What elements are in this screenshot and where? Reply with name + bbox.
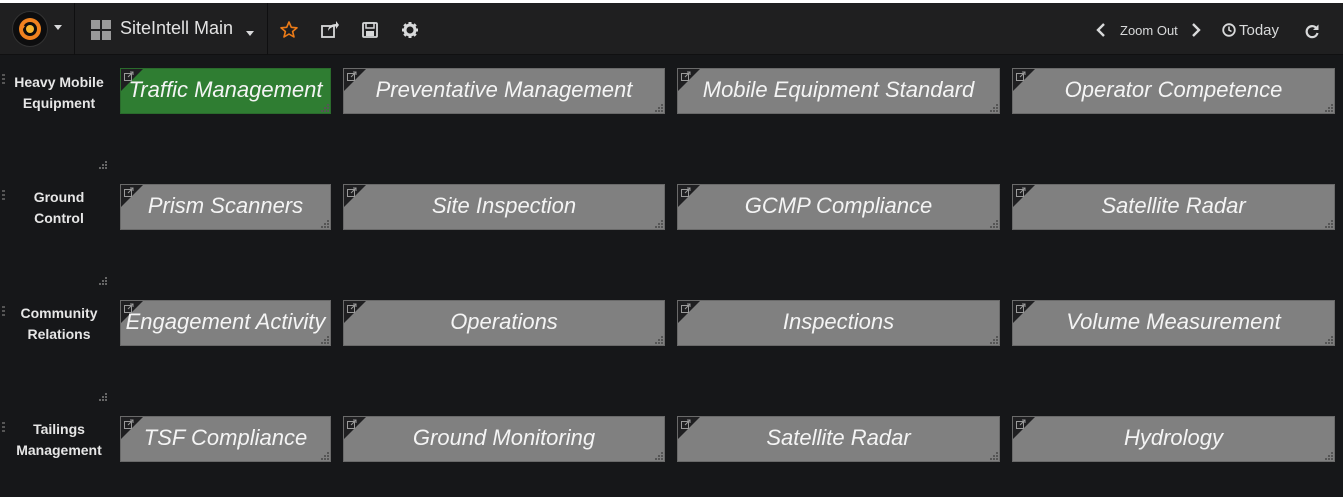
text-link-panel[interactable]: Operator Competence	[1012, 68, 1335, 114]
panel-resize-handle-icon[interactable]	[990, 104, 998, 112]
share-icon[interactable]	[320, 20, 340, 40]
refresh-icon[interactable]	[1304, 23, 1320, 39]
row-title[interactable]: Ground Control	[8, 187, 110, 229]
panel-resize-handle-icon[interactable]	[321, 220, 329, 228]
text-link-panel[interactable]: Hydrology	[1012, 416, 1335, 462]
settings-icon[interactable]	[400, 20, 420, 40]
panel-resize-handle-icon[interactable]	[1325, 220, 1333, 228]
panel-link-title[interactable]: Operations	[344, 309, 664, 335]
panel-link-title[interactable]: Volume Measurement	[1013, 309, 1334, 335]
clock-icon[interactable]	[1222, 23, 1236, 37]
text-link-panel[interactable]: Satellite Radar	[1012, 184, 1335, 230]
panel-resize-handle-icon[interactable]	[655, 104, 663, 112]
text-link-panel[interactable]: Preventative Management	[343, 68, 665, 114]
panel-link-title[interactable]: Site Inspection	[344, 193, 664, 219]
row-resize-handle-icon[interactable]	[99, 393, 107, 401]
text-link-panel[interactable]: TSF Compliance	[120, 416, 331, 462]
row-resize-handle-icon[interactable]	[99, 277, 107, 285]
panel-link-title[interactable]: Ground Monitoring	[344, 425, 664, 451]
panel-link-title[interactable]: Satellite Radar	[1013, 193, 1334, 219]
text-link-panel[interactable]: Engagement Activity	[120, 300, 331, 346]
panel-link-title[interactable]: Mobile Equipment Standard	[678, 77, 999, 103]
panel-resize-handle-icon[interactable]	[990, 220, 998, 228]
text-link-panel[interactable]: Site Inspection	[343, 184, 665, 230]
grafana-logo-icon[interactable]	[12, 11, 48, 47]
chevron-down-icon[interactable]	[54, 25, 62, 30]
save-icon[interactable]	[360, 20, 380, 40]
text-link-panel[interactable]: Prism Scanners	[120, 184, 331, 230]
panel-resize-handle-icon[interactable]	[990, 336, 998, 344]
row-drag-handle-icon[interactable]	[2, 190, 5, 202]
row-drag-handle-icon[interactable]	[2, 74, 5, 86]
panel-resize-handle-icon[interactable]	[1325, 452, 1333, 460]
panel-resize-handle-icon[interactable]	[321, 452, 329, 460]
zoom-out-button[interactable]: Zoom Out	[1120, 23, 1178, 38]
panel-link-title[interactable]: Prism Scanners	[121, 193, 330, 219]
star-icon[interactable]	[279, 20, 299, 40]
panel-resize-handle-icon[interactable]	[321, 336, 329, 344]
dashboard-title[interactable]: SiteIntell Main	[120, 18, 233, 39]
panel-resize-handle-icon[interactable]	[655, 452, 663, 460]
row-drag-handle-icon[interactable]	[2, 422, 5, 434]
panel-resize-handle-icon[interactable]	[655, 336, 663, 344]
panel-link-title[interactable]: Satellite Radar	[678, 425, 999, 451]
text-link-panel[interactable]: Satellite Radar	[677, 416, 1000, 462]
panel-link-title[interactable]: Engagement Activity	[121, 309, 330, 335]
text-link-panel[interactable]: Ground Monitoring	[343, 416, 665, 462]
panel-link-title[interactable]: Hydrology	[1013, 425, 1334, 451]
chevron-down-icon[interactable]	[246, 31, 254, 36]
time-range-button[interactable]: Today	[1239, 22, 1279, 39]
panel-resize-handle-icon[interactable]	[1325, 336, 1333, 344]
panel-link-title[interactable]: GCMP Compliance	[678, 193, 999, 219]
dashboard-picker[interactable]: SiteIntell Main	[75, 3, 268, 55]
row-resize-handle-icon[interactable]	[99, 161, 107, 169]
text-link-panel[interactable]: GCMP Compliance	[677, 184, 1000, 230]
panel-link-title[interactable]: Operator Competence	[1013, 77, 1334, 103]
panel-resize-handle-icon[interactable]	[1325, 104, 1333, 112]
text-link-panel[interactable]: Volume Measurement	[1012, 300, 1335, 346]
row-title[interactable]: Community Relations	[8, 303, 110, 345]
dashboard-grid-icon	[91, 20, 111, 40]
row-title[interactable]: Heavy Mobile Equipment	[8, 72, 110, 114]
text-link-panel[interactable]: Inspections	[677, 300, 1000, 346]
chevron-right-icon[interactable]	[1191, 23, 1201, 37]
panel-link-title[interactable]: Inspections	[678, 309, 999, 335]
panel-link-title[interactable]: Preventative Management	[344, 77, 664, 103]
top-navbar: SiteIntell Main Zoom Out Today	[0, 3, 1343, 55]
text-link-panel[interactable]: Mobile Equipment Standard	[677, 68, 1000, 114]
panel-resize-handle-icon[interactable]	[990, 452, 998, 460]
panel-link-title[interactable]: TSF Compliance	[121, 425, 330, 451]
chevron-left-icon[interactable]	[1096, 23, 1106, 37]
panel-resize-handle-icon[interactable]	[655, 220, 663, 228]
panel-resize-handle-icon[interactable]	[321, 104, 329, 112]
text-link-panel[interactable]: Operations	[343, 300, 665, 346]
logo-menu[interactable]	[0, 3, 75, 55]
text-link-panel[interactable]: Traffic Management	[120, 68, 331, 114]
row-drag-handle-icon[interactable]	[2, 306, 5, 318]
panel-link-title[interactable]: Traffic Management	[121, 77, 330, 103]
row-title[interactable]: Tailings Management	[8, 419, 110, 461]
